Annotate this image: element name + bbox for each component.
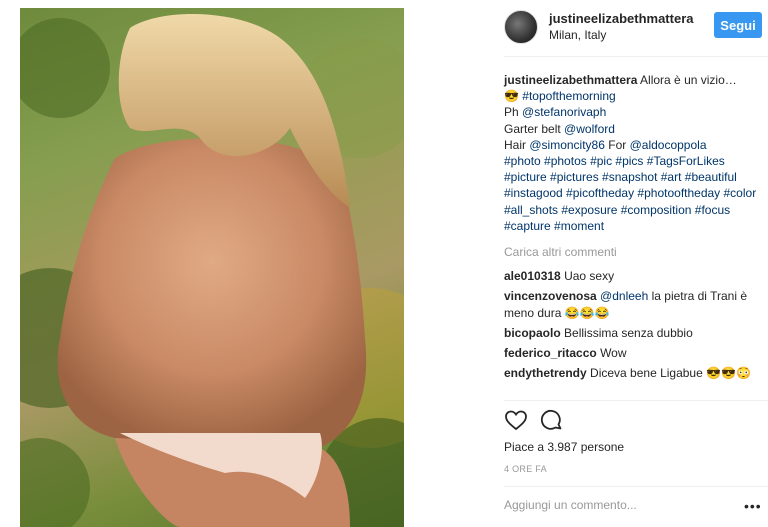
- actions-divider: [504, 400, 768, 401]
- comment-divider: [504, 486, 768, 487]
- caption-username[interactable]: justineelizabethmattera: [504, 73, 637, 87]
- heart-icon[interactable]: [504, 408, 528, 432]
- sunglasses-emoji: 😎: [504, 89, 519, 104]
- comment-username[interactable]: vincenzovenosa: [504, 289, 597, 303]
- comment-bubble-icon[interactable]: [540, 408, 564, 432]
- caption: justineelizabethmattera Allora è un vizi…: [504, 72, 762, 234]
- comment-username[interactable]: federico_ritacco: [504, 346, 597, 360]
- comment-text: Bellissima senza dubbio: [564, 325, 693, 340]
- comment-username[interactable]: bicopaolo: [504, 326, 561, 340]
- comment-item: endythetrendy Diceva bene Ligabue 😎😎😳: [504, 365, 762, 381]
- caption-hashtag-link[interactable]: #topofthemorning: [522, 89, 615, 103]
- post-actions: [504, 408, 768, 432]
- follow-button[interactable]: Segui: [714, 12, 762, 38]
- header-username[interactable]: justineelizabethmattera: [549, 11, 694, 26]
- avatar[interactable]: [504, 10, 538, 44]
- comment-mention-link[interactable]: @dnleeh: [600, 289, 648, 303]
- header-divider: [504, 56, 768, 57]
- likes-count[interactable]: Piace a 3.987 persone: [504, 440, 624, 454]
- wolford-mention-link[interactable]: @wolford: [564, 122, 615, 136]
- comment-item: bicopaolo Bellissima senza dubbio: [504, 325, 762, 341]
- caption-hashtags[interactable]: #photo #photos #pic #pics #TagsForLikes …: [504, 154, 756, 233]
- ph-label: Ph: [504, 105, 519, 120]
- comment-item: federico_ritacco Wow: [504, 345, 762, 361]
- instagram-post: justineelizabethmattera Milan, Italy Seg…: [20, 8, 768, 527]
- comment-username[interactable]: ale010318: [504, 269, 561, 283]
- comment-text: Diceva bene Ligabue 😎😎😳: [590, 366, 751, 381]
- post-photo[interactable]: [20, 8, 404, 527]
- load-more-comments[interactable]: Carica altri commenti: [504, 244, 762, 260]
- post-timestamp[interactable]: 4 ORE FA: [504, 464, 547, 474]
- for-label: For: [608, 137, 627, 152]
- comment-username[interactable]: endythetrendy: [504, 366, 587, 380]
- hair-mention-link[interactable]: @simoncity86: [529, 138, 605, 152]
- comments-list: justineelizabethmattera Allora è un vizi…: [504, 72, 762, 385]
- comment-item: ale010318 Uao sexy: [504, 268, 762, 284]
- comment-text: Uao sexy: [564, 269, 615, 284]
- aldocoppola-mention-link[interactable]: @aldocoppola: [630, 138, 707, 152]
- garter-label: Garter belt: [504, 121, 561, 136]
- hair-label: Hair: [504, 137, 527, 152]
- post-sidebar: justineelizabethmattera Milan, Italy Seg…: [404, 8, 768, 527]
- photographer-mention-link[interactable]: @stefanorivaph: [522, 105, 606, 119]
- caption-text: Allora è un vizio…: [640, 73, 737, 87]
- add-comment-input[interactable]: Aggiungi un commento...: [504, 498, 637, 512]
- photo-illustration: [20, 8, 404, 527]
- comment-item: vincenzovenosa @dnleeh la pietra di Tran…: [504, 288, 762, 320]
- post-header: justineelizabethmattera Milan, Italy Seg…: [404, 8, 768, 56]
- more-options-icon[interactable]: •••: [744, 498, 762, 514]
- comment-text: Wow: [600, 346, 627, 361]
- header-location[interactable]: Milan, Italy: [549, 28, 606, 42]
